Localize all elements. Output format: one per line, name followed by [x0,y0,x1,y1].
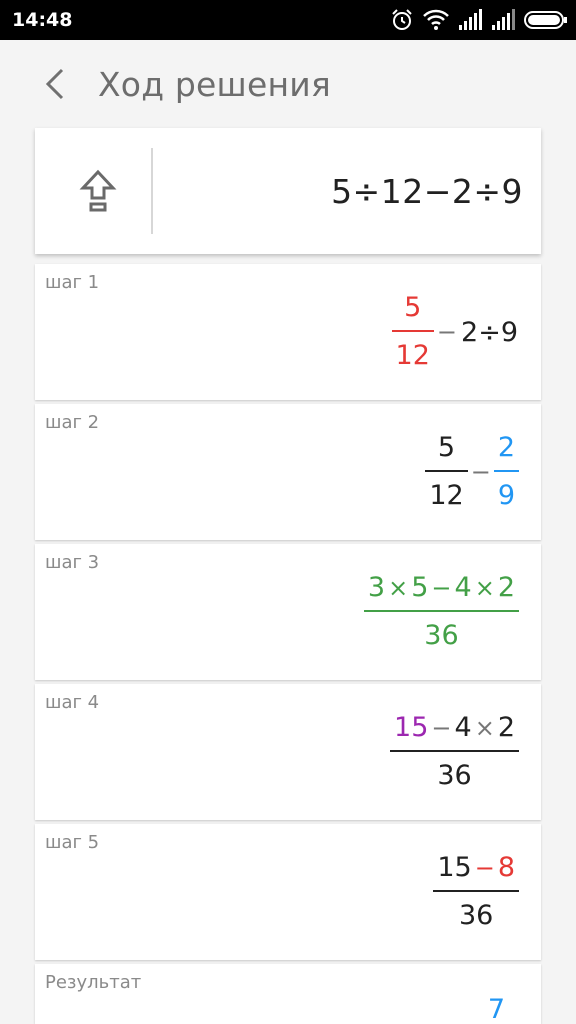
operator: × [474,714,495,742]
step-card-5: шаг 5 15−8 36 [35,824,541,960]
fraction-bar [493,470,519,472]
fraction-denominator: 36 [437,760,472,791]
fraction-bar [390,750,519,752]
step-expression: 15−8 36 [433,850,519,934]
fraction-numerator: 5 [404,292,422,323]
result-numerator: 7 [487,994,505,1024]
fraction: 5 12 [391,290,434,374]
number: 2 [497,712,515,743]
fraction-numerator: 15−4 × 2 [390,710,519,746]
back-arrow-icon [45,68,64,100]
fraction: 15−8 36 [433,850,519,934]
operator: − [431,714,452,742]
operator: × [474,574,495,602]
fraction: 3 × 5−4 × 2 36 [363,570,519,654]
operator: − [431,574,452,602]
number: 15 [437,852,472,883]
step-expression: 5 12 − 2÷9 [391,290,519,374]
fraction-numerator: 2 [497,432,515,463]
fraction-denominator: 36 [424,620,459,651]
number: 3 [367,572,386,603]
result-label: Результат [45,972,142,993]
number: 2 [497,572,515,603]
signal-icon [492,9,515,30]
operator: − [474,854,495,882]
expression-rest: 2÷9 [461,316,518,348]
expression-text: 5÷12−2÷9 [331,172,523,211]
fraction-bar [433,890,519,892]
step-label: шаг 4 [45,692,100,713]
step-label: шаг 1 [45,272,100,293]
arrow-up-icon [79,169,117,212]
step-card-1: шаг 1 5 12 − 2÷9 [35,264,541,400]
fraction-bar [391,330,434,332]
step-card-2: шаг 2 5 12 − 2 9 [35,404,541,540]
fraction-denominator: 12 [429,480,464,511]
fraction-numerator: 3 × 5−4 × 2 [364,570,519,606]
step-expression: 15−4 × 2 36 [390,710,519,794]
fraction: 15−4 × 2 36 [390,710,519,794]
fraction-denominator: 9 [497,480,515,511]
result-value: 7 [488,994,505,1024]
step-card-3: шаг 3 3 × 5−4 × 2 36 [35,544,541,680]
fraction-numerator: 5 [437,432,456,463]
page-title: Ход решения [98,65,331,104]
step-expression: 3 × 5−4 × 2 36 [363,570,519,654]
step-card-4: шаг 4 15−4 × 2 36 [35,684,541,820]
number: 4 [454,712,472,743]
step-label: шаг 5 [45,832,100,853]
step-expression: 5 12 − 2 9 [425,430,519,514]
fraction-denominator: 12 [395,340,430,371]
expression-card: 5÷12−2÷9 [35,128,541,254]
fraction-numerator: 15−8 [433,850,519,886]
wifi-icon [423,9,449,30]
operator: − [470,458,491,486]
app-bar: Ход решения [0,40,576,128]
number: 15 [394,712,429,743]
number: 4 [454,572,472,603]
status-icons [390,8,568,32]
status-time: 14:48 [12,9,73,31]
back-button[interactable] [36,62,76,106]
number: 5 [411,572,429,603]
step-label: шаг 3 [45,552,100,573]
fraction-bar [425,470,468,472]
battery-icon [524,11,567,29]
fraction: 2 9 [493,430,519,514]
operator: − [436,318,458,346]
arrow-up-button[interactable] [75,168,121,214]
result-card: Результат 7 [35,964,541,1024]
fraction-denominator: 36 [458,900,494,931]
operator: × [388,574,409,602]
signal-icon [459,9,482,30]
number: 8 [497,852,515,883]
step-label: шаг 2 [45,412,100,433]
status-bar: 14:48 [0,0,576,40]
alarm-clock-icon [392,9,412,30]
divider [151,148,153,234]
fraction-bar [363,610,519,612]
fraction: 5 12 [425,430,468,514]
